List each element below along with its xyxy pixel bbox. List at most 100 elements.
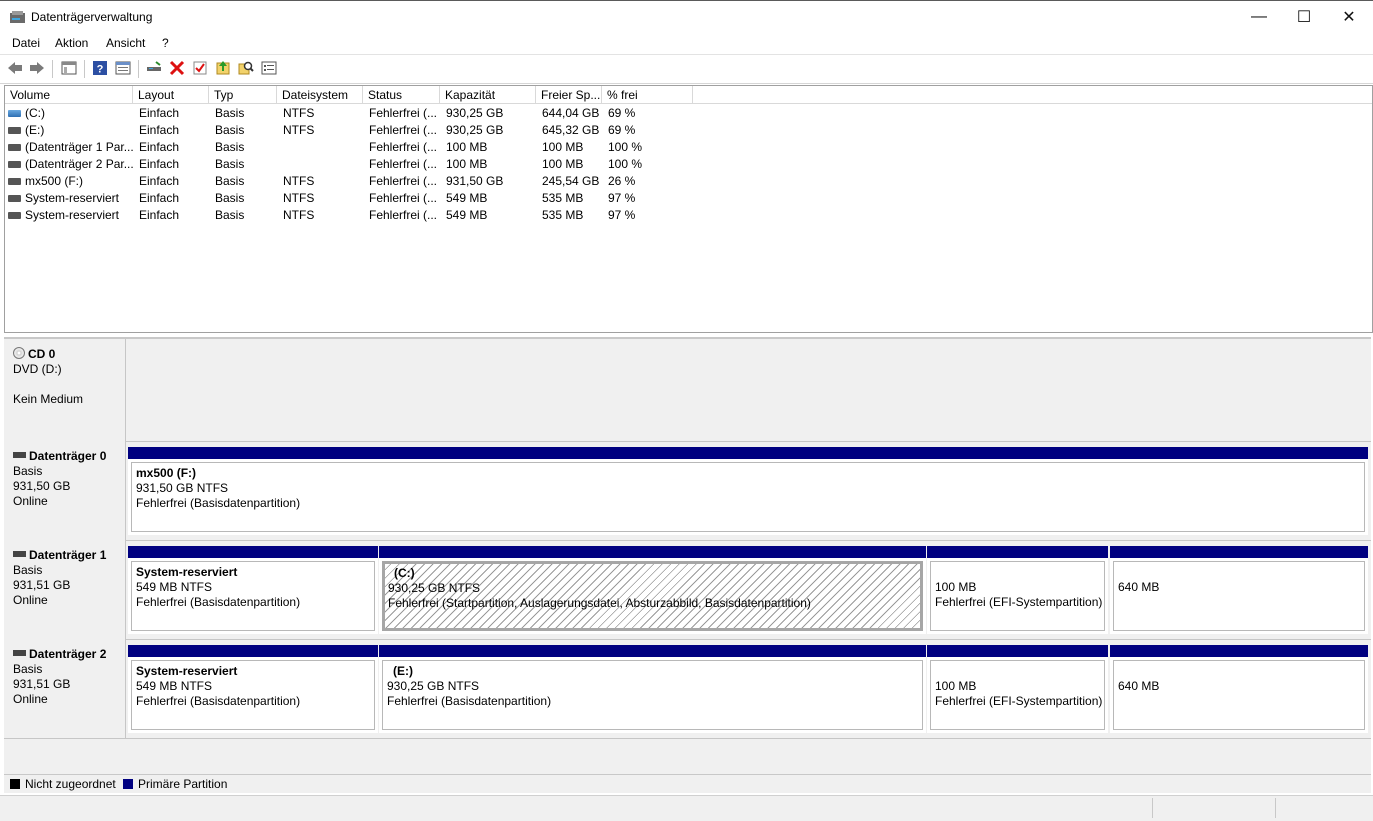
primary-partition-bar bbox=[1110, 546, 1368, 558]
table-cell: 645,32 GB bbox=[542, 123, 600, 137]
table-cell: Basis bbox=[215, 157, 245, 171]
disk-icon bbox=[13, 650, 26, 656]
window-title: Datenträgerverwaltung bbox=[31, 10, 153, 24]
volume-icon bbox=[8, 178, 21, 185]
partition-body: (E:) 930,25 GB NTFS Fehlerfrei (Basisdat… bbox=[382, 660, 923, 730]
column-header-status[interactable]: Status bbox=[363, 86, 440, 104]
partition-mx500[interactable]: mx500 (F:) 931,50 GB NTFS Fehlerfrei (Ba… bbox=[128, 447, 1368, 535]
search-icon[interactable] bbox=[238, 60, 254, 76]
disk-type: Basis bbox=[13, 464, 43, 478]
table-cell: 26 % bbox=[608, 174, 636, 188]
column-header-kapazitaet[interactable]: Kapazität bbox=[440, 86, 536, 104]
table-cell: Basis bbox=[215, 191, 245, 205]
partition-e[interactable]: (E:) 930,25 GB NTFS Fehlerfrei (Basisdat… bbox=[379, 645, 926, 733]
primary-partition-bar bbox=[379, 645, 926, 657]
volume-icon bbox=[8, 212, 21, 219]
partition-efi[interactable]: 100 MB Fehlerfrei (EFI-Systempartition) bbox=[927, 645, 1108, 733]
partition-body: 640 MB bbox=[1113, 561, 1365, 631]
column-header-volume[interactable]: Volume bbox=[5, 86, 133, 104]
partition-640mb[interactable]: 640 MB bbox=[1110, 546, 1368, 634]
table-cell: 535 MB bbox=[542, 191, 584, 205]
table-row[interactable]: (Datenträger 1 Par... Einfach Basis Fehlerf… bbox=[5, 139, 1372, 156]
partition-size: 549 MB NTFS bbox=[136, 580, 213, 594]
disk-label-0[interactable]: Datenträger 0 Basis 931,50 GB Online bbox=[4, 441, 126, 540]
disk-size: 931,51 GB bbox=[13, 677, 71, 691]
table-cell: System-reserviert bbox=[25, 208, 120, 222]
table-cell: NTFS bbox=[283, 208, 315, 222]
menu-aktion[interactable]: Aktion bbox=[55, 36, 88, 50]
back-icon[interactable] bbox=[7, 60, 23, 76]
volume-icon bbox=[8, 144, 21, 151]
table-row[interactable]: System-reserviert Einfach Basis NTFS Fehlerf… bbox=[5, 207, 1372, 224]
table-cell: Einfach bbox=[139, 191, 180, 205]
disk-icon bbox=[13, 551, 26, 557]
primary-partition-bar bbox=[128, 645, 378, 657]
disk-status: Online bbox=[13, 593, 48, 607]
table-cell: NTFS bbox=[283, 191, 315, 205]
media-status: Kein Medium bbox=[13, 392, 84, 406]
menu-ansicht[interactable]: Ansicht bbox=[106, 36, 145, 50]
table-row[interactable]: mx500 (F:) Einfach Basis NTFS Fehlerfrei (..… bbox=[5, 173, 1372, 190]
maximize-button[interactable]: ☐ bbox=[1281, 1, 1327, 33]
column-header-prozent-frei[interactable]: % frei bbox=[602, 86, 693, 104]
table-cell: Fehlerfrei (... bbox=[369, 106, 438, 120]
column-header-freier-speicher[interactable]: Freier Sp... bbox=[536, 86, 602, 104]
partition-size: 930,25 GB NTFS bbox=[387, 679, 480, 693]
partition-body: 100 MB Fehlerfrei (EFI-Systempartition) bbox=[930, 660, 1105, 730]
table-cell: 644,04 GB bbox=[542, 106, 600, 120]
disk-row-1: Datenträger 1 Basis 931,51 GB Online Sys… bbox=[4, 540, 1371, 640]
partition-system-reserved[interactable]: System-reserviert 549 MB NTFS Fehlerfrei… bbox=[128, 546, 378, 634]
close-button[interactable]: ✕ bbox=[1326, 1, 1372, 33]
table-cell: 930,25 GB bbox=[446, 106, 504, 120]
legend-unallocated-label: Nicht zugeordnet bbox=[25, 777, 116, 791]
partition-status: Fehlerfrei (Basisdatenpartition) bbox=[136, 496, 301, 510]
menu-help[interactable]: ? bbox=[162, 36, 169, 50]
table-cell: 100 MB bbox=[446, 157, 488, 171]
table-row[interactable]: (Datenträger 2 Par... Einfach Basis Fehlerf… bbox=[5, 156, 1372, 173]
column-header-typ[interactable]: Typ bbox=[209, 86, 277, 104]
table-cell: NTFS bbox=[283, 106, 315, 120]
partition-name: mx500 (F:) bbox=[136, 466, 197, 480]
column-header-dateisystem[interactable]: Dateisystem bbox=[277, 86, 363, 104]
partition-status: Fehlerfrei (Basisdatenpartition) bbox=[387, 694, 552, 708]
disk-icon bbox=[13, 452, 26, 458]
upload-icon[interactable] bbox=[215, 60, 231, 76]
disk-label-cd0[interactable]: CD 0 DVD (D:) Kein Medium bbox=[4, 339, 126, 441]
minimize-button[interactable]: — bbox=[1236, 1, 1282, 33]
table-cell: Einfach bbox=[139, 157, 180, 171]
svg-text:?: ? bbox=[97, 64, 104, 76]
table-cell: Basis bbox=[215, 106, 245, 120]
column-header-layout[interactable]: Layout bbox=[133, 86, 209, 104]
disk-label-1[interactable]: Datenträger 1 Basis 931,51 GB Online bbox=[4, 540, 126, 639]
checkmark-icon[interactable] bbox=[192, 60, 208, 76]
properties-icon[interactable] bbox=[115, 60, 131, 76]
drive-letter: DVD (D:) bbox=[13, 362, 62, 376]
disk-label-2[interactable]: Datenträger 2 Basis 931,51 GB Online bbox=[4, 639, 126, 738]
legend-primary-swatch bbox=[123, 779, 133, 789]
table-row[interactable]: System-reserviert Einfach Basis NTFS Fehlerf… bbox=[5, 190, 1372, 207]
menu-datei[interactable]: Datei bbox=[12, 36, 40, 50]
disk-type: Basis bbox=[13, 662, 43, 676]
delete-icon[interactable] bbox=[169, 60, 185, 76]
primary-partition-bar bbox=[379, 546, 926, 558]
partition-c[interactable]: (C:) 930,25 GB NTFS Fehlerfrei (Startpar… bbox=[379, 546, 926, 634]
table-cell: 100 MB bbox=[542, 157, 584, 171]
disk-graphical-view: CD 0 DVD (D:) Kein Medium Datenträger 0 … bbox=[4, 337, 1371, 774]
table-row[interactable]: (C:) Einfach Basis NTFS Fehlerfrei (... 930,2… bbox=[5, 105, 1372, 122]
cd-drive-icon bbox=[13, 347, 25, 359]
table-cell: 245,54 GB bbox=[542, 174, 600, 188]
table-row[interactable]: (E:) Einfach Basis NTFS Fehlerfrei (... 930,2… bbox=[5, 122, 1372, 139]
partition-640mb[interactable]: 640 MB bbox=[1110, 645, 1368, 733]
volume-icon bbox=[8, 161, 21, 168]
console-tree-icon[interactable] bbox=[61, 60, 77, 76]
settings-list-icon[interactable] bbox=[261, 60, 277, 76]
forward-icon[interactable] bbox=[29, 60, 45, 76]
help-icon[interactable]: ? bbox=[92, 60, 108, 76]
table-cell: Einfach bbox=[139, 140, 180, 154]
connect-icon[interactable] bbox=[146, 60, 162, 76]
partition-status: Fehlerfrei (EFI-Systempartition) bbox=[935, 595, 1103, 609]
volume-list[interactable]: Volume Layout Typ Dateisystem Status Kap… bbox=[4, 85, 1373, 333]
partition-efi[interactable]: 100 MB Fehlerfrei (EFI-Systempartition) bbox=[927, 546, 1108, 634]
volume-icon bbox=[8, 110, 21, 117]
partition-system-reserved[interactable]: System-reserviert 549 MB NTFS Fehlerfrei… bbox=[128, 645, 378, 733]
